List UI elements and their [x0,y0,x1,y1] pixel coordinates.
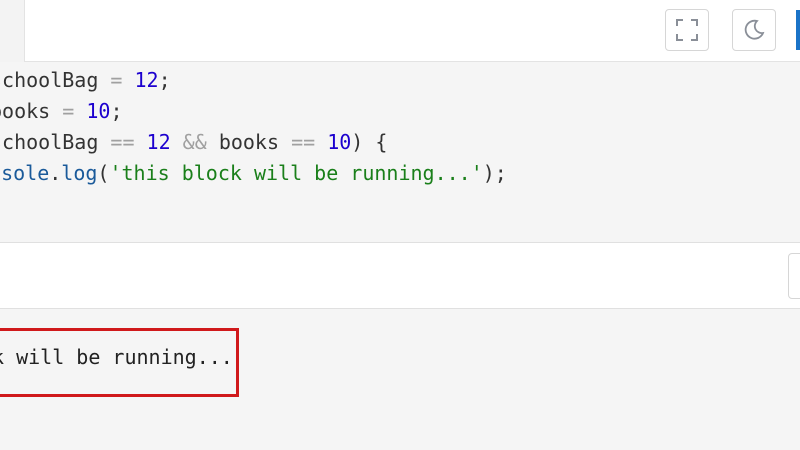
code-ident: schoolBag [0,130,99,154]
editor-toolbar [0,0,800,62]
code-punct: ; [158,68,171,92]
code-number: 12 [146,130,171,154]
code-punct: ); [482,161,507,185]
code-operator: == [279,130,328,154]
code-number: 10 [327,130,352,154]
code-punct: ; [110,99,123,123]
console-action-button[interactable] [788,253,800,299]
run-button-edge[interactable] [796,10,800,50]
code-string: 'this block will be running...' [109,161,483,185]
code-operator: && [170,130,219,154]
code-line-1: schoolBag = 12; [0,68,171,92]
code-operator: = [50,99,87,123]
code-operator: = [98,68,135,92]
code-punct: . [49,161,62,185]
code-object: onsole [0,161,50,185]
code-line-2: books = 10; [0,99,122,123]
code-ident: schoolBag [0,68,99,92]
console-toolbar [0,243,800,309]
highlight-box [0,328,239,397]
code-punct: ( [97,161,110,185]
code-line-3: schoolBag == 12 && books == 10) { [0,130,387,154]
page: schoolBag = 12; books = 10; schoolBag ==… [0,0,800,450]
code-punct: ) { [351,130,388,154]
code-function: log [61,161,98,185]
code-ident: books [218,130,280,154]
moon-icon [742,18,766,42]
code-ident: books [0,99,51,123]
code-number: 12 [134,68,159,92]
editor-tab[interactable] [0,0,25,62]
theme-toggle-button[interactable] [732,9,776,51]
code-number: 10 [86,99,111,123]
code-line-4: onsole.log('this block will be running..… [0,161,507,185]
fullscreen-button[interactable] [665,9,709,51]
fullscreen-icon [675,18,699,42]
code-operator: == [98,130,147,154]
console-output: k will be running... [0,309,800,450]
code-editor[interactable]: schoolBag = 12; books = 10; schoolBag ==… [0,62,800,243]
